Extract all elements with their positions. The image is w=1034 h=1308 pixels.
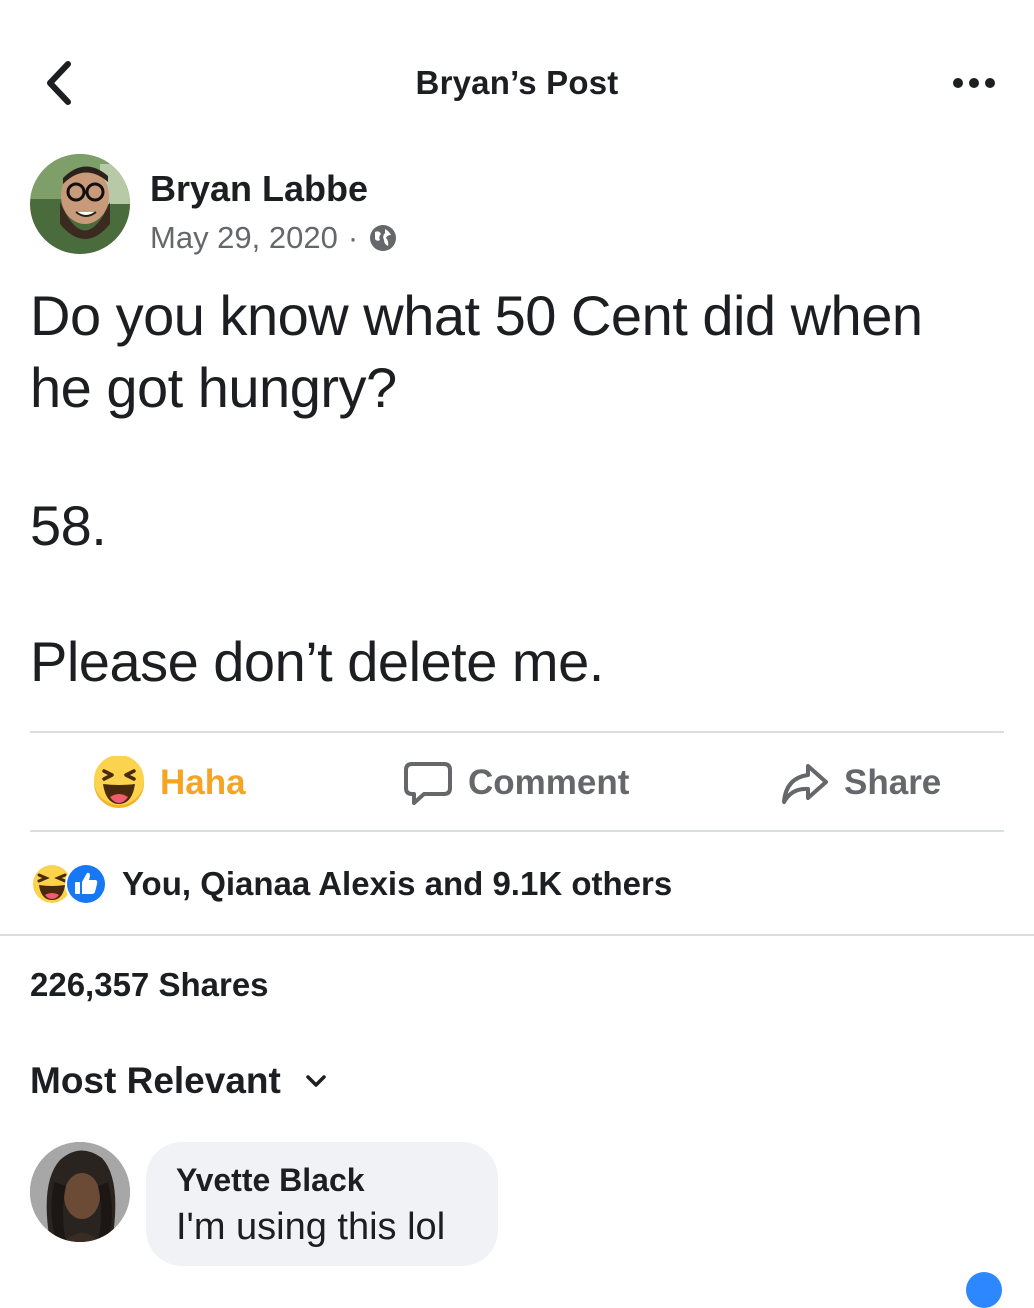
post-line: Please don’t delete me. bbox=[30, 630, 604, 693]
commenter-avatar[interactable] bbox=[30, 1142, 130, 1242]
like-thumb-icon bbox=[65, 863, 107, 905]
comment-text: I'm using this lol bbox=[176, 1206, 446, 1248]
post-line: Do you know what 50 Cent did when bbox=[30, 284, 923, 347]
comment-sort-dropdown[interactable]: Most Relevant bbox=[30, 1060, 327, 1102]
post-meta: May 29, 2020 · bbox=[150, 220, 398, 256]
comment-author[interactable]: Yvette Black bbox=[176, 1162, 365, 1199]
comment-label: Comment bbox=[468, 763, 630, 802]
post-line: 58. bbox=[30, 494, 107, 557]
post-text: Do you know what 50 Cent did when he got… bbox=[30, 280, 1010, 698]
sort-label: Most Relevant bbox=[30, 1060, 281, 1101]
divider bbox=[30, 830, 1004, 832]
post-line: he got hungry? bbox=[30, 356, 397, 419]
meta-separator: · bbox=[347, 220, 359, 255]
more-options-button[interactable] bbox=[950, 72, 998, 94]
page-title: Bryan’s Post bbox=[415, 64, 619, 101]
chevron-down-icon bbox=[306, 1075, 326, 1087]
share-icon bbox=[782, 764, 828, 804]
shares-count[interactable]: 226,357 Shares bbox=[30, 966, 269, 1004]
divider bbox=[30, 731, 1004, 733]
haha-reaction-label: Haha bbox=[160, 763, 246, 802]
haha-emoji-icon bbox=[94, 756, 144, 808]
author-name[interactable]: Bryan Labbe bbox=[150, 168, 368, 210]
reactions-summary-text: You, Qianaa Alexis and 9.1K others bbox=[122, 865, 673, 902]
reaction-badge bbox=[966, 1272, 1002, 1308]
comment-icon bbox=[404, 762, 452, 805]
globe-icon bbox=[368, 223, 398, 253]
comment-button[interactable]: Comment bbox=[402, 752, 629, 814]
more-horizontal-icon bbox=[953, 78, 995, 88]
divider bbox=[0, 934, 1034, 936]
reactions-summary[interactable]: You, Qianaa Alexis and 9.1K others bbox=[30, 860, 672, 908]
haha-reaction-button[interactable]: Haha bbox=[92, 752, 246, 814]
share-button[interactable]: Share bbox=[780, 752, 941, 814]
author-avatar[interactable] bbox=[30, 154, 130, 254]
share-label: Share bbox=[844, 763, 942, 802]
post-date[interactable]: May 29, 2020 bbox=[150, 220, 338, 256]
